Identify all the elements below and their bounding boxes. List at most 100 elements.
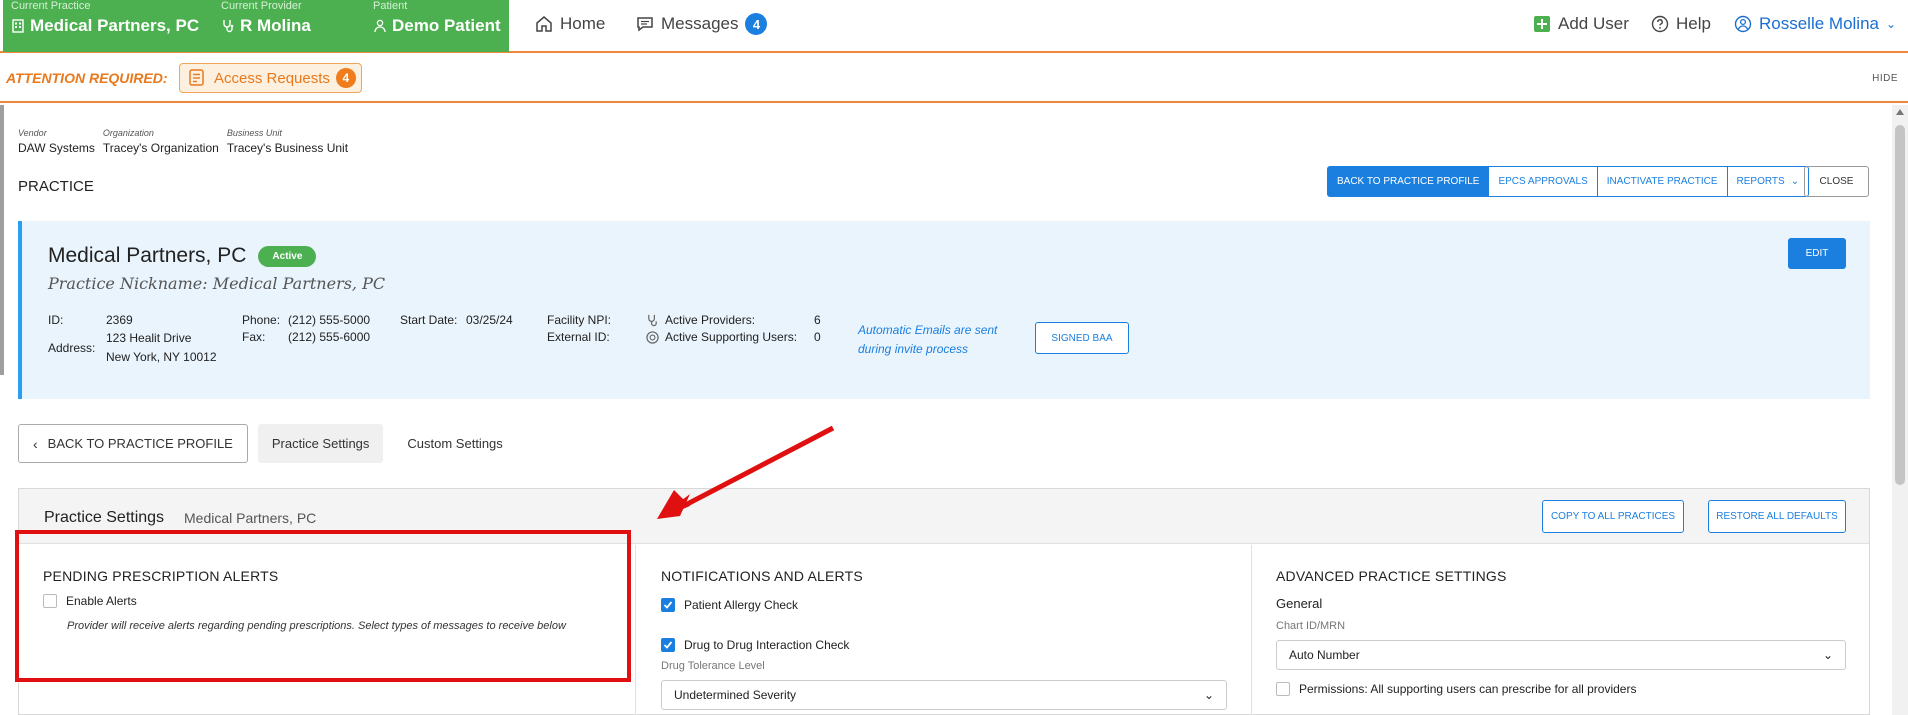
close-button[interactable]: CLOSE [1804, 166, 1869, 197]
copy-to-all-practices-button[interactable]: COPY TO ALL PRACTICES [1542, 500, 1684, 533]
nav-home-label: Home [560, 14, 606, 33]
signed-baa-button[interactable]: SIGNED BAA [1035, 322, 1129, 354]
chevron-down-icon: ⌄ [1790, 176, 1800, 187]
access-requests-count: 4 [335, 68, 356, 88]
practice-nickname: Practice Nickname: Medical Partners, PC [48, 274, 386, 293]
scroll-thumb[interactable] [1895, 125, 1905, 485]
nav-messages[interactable]: Messages 4 [636, 12, 768, 36]
access-requests-label: Access Requests [214, 69, 330, 87]
permissions-row[interactable]: Permissions: All supporting users can pr… [1276, 682, 1846, 696]
hide-link[interactable]: HIDE [1872, 73, 1898, 84]
facility-npi-label: Facility NPI: [547, 313, 612, 327]
active-supporting-users: Active Supporting Users: [646, 330, 797, 344]
breadcrumb-business-unit[interactable]: Business Unit Tracey's Business Unit [227, 128, 348, 155]
general-subheading: General [1276, 596, 1323, 611]
chevron-down-icon: ⌄ [1886, 17, 1897, 31]
vendor-value: DAW Systems [18, 141, 95, 155]
epcs-approvals-button[interactable]: EPCS APPROVALS [1489, 167, 1598, 196]
id-label: ID: [48, 313, 64, 327]
edit-button[interactable]: EDIT [1788, 238, 1846, 269]
drug-tolerance-select[interactable]: Undetermined Severity ⌄ [661, 680, 1227, 710]
breadcrumb-organization[interactable]: Organization Tracey's Organization [103, 128, 219, 155]
help-label: Help [1676, 14, 1711, 33]
permissions-checkbox[interactable] [1276, 682, 1290, 696]
chevron-left-icon: ‹ [33, 435, 38, 452]
address-line2: New York, NY 10012 [106, 350, 217, 364]
current-practice[interactable]: Current Practice Medical Partners, PC [11, 0, 199, 37]
check-icon [663, 641, 673, 649]
drug-interaction-label: Drug to Drug Interaction Check [684, 638, 850, 652]
user-name: Rosselle Molina [1759, 14, 1879, 33]
inactivate-practice-button[interactable]: INACTIVATE PRACTICE [1598, 167, 1728, 196]
organization-label: Organization [102, 128, 154, 138]
current-practice-label: Current Practice [11, 0, 91, 12]
nav-messages-label: Messages [661, 14, 739, 33]
help-link[interactable]: Help [1651, 12, 1711, 36]
allergy-check-checkbox[interactable] [661, 598, 675, 612]
allergy-check-label: Patient Allergy Check [684, 598, 799, 612]
messages-count-badge: 4 [745, 13, 768, 35]
requests-icon [189, 69, 204, 86]
current-provider[interactable]: Current Provider R Molina [221, 0, 311, 37]
address-label: Address: [48, 341, 96, 355]
external-id-label: External ID: [547, 330, 610, 344]
fax-value: (212) 555-6000 [288, 330, 371, 344]
drug-tolerance-label: Drug Tolerance Level [661, 660, 765, 672]
annotation-arrow [657, 425, 835, 519]
highlight-box [15, 530, 631, 682]
active-supporting-label: Active Supporting Users: [665, 330, 798, 344]
tab-back-to-profile[interactable]: ‹ BACK TO PRACTICE PROFILE [18, 424, 248, 463]
phone-value: (212) 555-5000 [288, 313, 371, 327]
active-providers-value: 6 [814, 313, 821, 327]
attention-bar: ATTENTION REQUIRED: Access Requests 4 HI… [0, 55, 1908, 103]
permissions-label: Permissions: All supporting users can pr… [1299, 682, 1637, 696]
chart-id-value: Auto Number [1289, 648, 1360, 662]
current-patient[interactable]: Patient Demo Patient [373, 0, 501, 37]
drug-interaction-checkbox[interactable] [661, 638, 675, 652]
settings-title: Practice Settings [44, 509, 165, 526]
back-to-profile-button[interactable]: BACK TO PRACTICE PROFILE [1328, 167, 1490, 196]
user-menu[interactable]: Rosselle Molina ⌄ [1734, 12, 1896, 36]
notifications-section: NOTIFICATIONS AND ALERTS Patient Allergy… [661, 545, 1246, 715]
drug-interaction-row[interactable]: Drug to Drug Interaction Check [661, 638, 1246, 652]
support-users-icon [646, 330, 659, 344]
active-providers: Active Providers: [646, 313, 755, 327]
allergy-check-row[interactable]: Patient Allergy Check [661, 598, 1246, 612]
fax-label: Fax: [242, 330, 266, 344]
access-requests-button[interactable]: Access Requests 4 [179, 63, 362, 93]
breadcrumb-vendor[interactable]: Vendor DAW Systems [18, 128, 95, 155]
page-title: PRACTICE [18, 178, 94, 195]
reports-label: REPORTS [1736, 176, 1785, 187]
current-patient-label: Patient [373, 0, 408, 12]
building-icon [12, 19, 24, 33]
current-practice-value: Medical Partners, PC [30, 16, 200, 35]
scrollbar[interactable] [1892, 105, 1908, 715]
check-icon [663, 601, 673, 609]
reports-dropdown[interactable]: REPORTS ⌄ [1728, 167, 1809, 196]
chevron-down-icon: ⌄ [1822, 648, 1833, 662]
chart-id-label: Chart ID/MRN [1276, 620, 1346, 632]
start-date-label: Start Date: [400, 313, 458, 327]
auto-email-line2: during invite process [858, 342, 969, 356]
user-circle-icon [1734, 15, 1752, 33]
practice-actions: BACK TO PRACTICE PROFILE EPCS APPROVALS … [1327, 166, 1810, 197]
auto-email-note: Automatic Emails are sent during invite … [858, 321, 997, 359]
scroll-up-arrow[interactable] [1896, 109, 1904, 115]
tab-practice-settings[interactable]: Practice Settings [257, 424, 384, 463]
restore-all-defaults-button[interactable]: RESTORE ALL DEFAULTS [1708, 500, 1846, 533]
current-patient-value: Demo Patient [392, 16, 501, 35]
status-badge: Active [258, 245, 317, 267]
active-providers-label: Active Providers: [665, 313, 756, 327]
phone-label: Phone: [242, 313, 281, 327]
top-navbar: Current Practice Medical Partners, PC Cu… [0, 0, 1908, 53]
current-provider-label: Current Provider [221, 0, 302, 12]
nav-home[interactable]: Home [535, 12, 605, 36]
home-icon [536, 16, 552, 32]
tab-custom-settings[interactable]: Custom Settings [393, 424, 516, 463]
attention-label: ATTENTION REQUIRED: [6, 70, 168, 86]
advanced-settings-section: ADVANCED PRACTICE SETTINGS General Chart… [1276, 545, 1846, 715]
add-user-button[interactable]: Add User [1533, 12, 1629, 36]
business-unit-value: Tracey's Business Unit [226, 141, 349, 155]
chart-id-select[interactable]: Auto Number ⌄ [1276, 640, 1846, 670]
id-value: 2369 [106, 313, 133, 327]
